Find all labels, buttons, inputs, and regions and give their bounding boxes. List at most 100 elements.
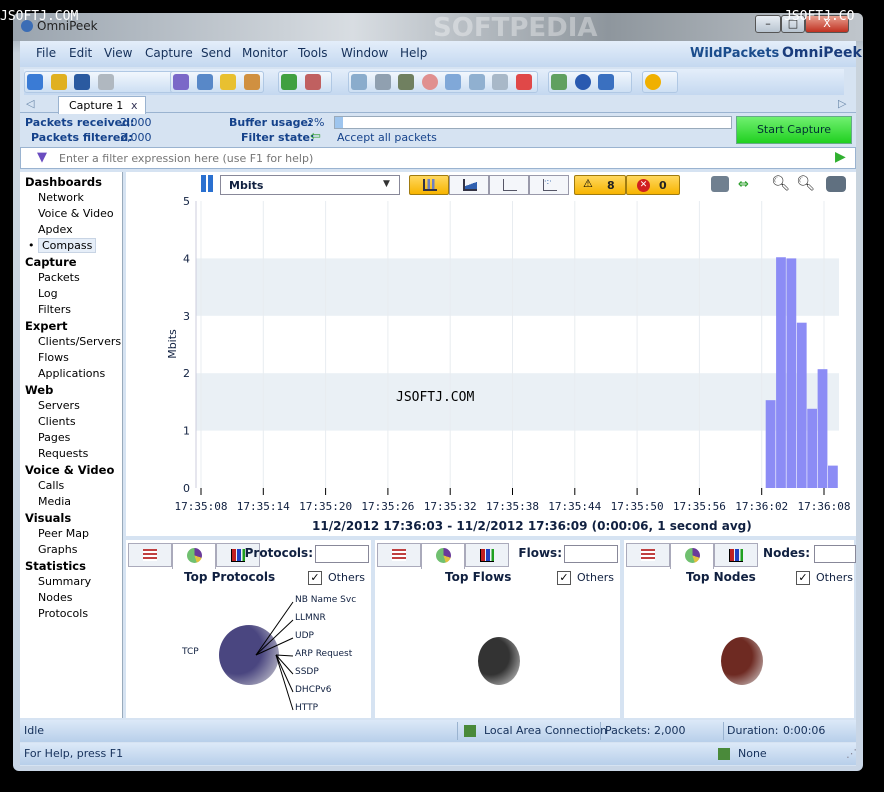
sidebar-item[interactable]: • Compass	[20, 238, 122, 254]
x-tick-label: 17:35:44	[548, 500, 601, 513]
bar	[807, 408, 818, 488]
sidebar-item[interactable]: Log	[20, 286, 122, 302]
sidebar-item[interactable]: Apdex	[20, 222, 122, 238]
menu-edit[interactable]: Edit	[69, 46, 92, 60]
menu-window[interactable]: Window	[341, 46, 388, 60]
sidebar-item[interactable]: Servers	[20, 398, 122, 414]
menu-help[interactable]: Help	[400, 46, 427, 60]
sidebar-item[interactable]: Summary	[20, 574, 122, 590]
arrow-left-icon: ⇦	[310, 129, 321, 144]
sidebar-item-label: Filters	[38, 303, 71, 316]
tool-icon[interactable]	[374, 74, 391, 90]
upload-icon[interactable]	[281, 74, 297, 90]
resize-grip[interactable]: ⋰	[846, 743, 857, 765]
bar	[817, 369, 828, 488]
bar-chart-icon[interactable]	[468, 74, 485, 90]
network-icon[interactable]	[351, 74, 367, 90]
coin-icon[interactable]	[645, 74, 661, 90]
softpedia-watermark: SOFTPEDIA	[433, 13, 598, 43]
options-icon[interactable]	[551, 74, 567, 90]
print-icon[interactable]	[97, 74, 114, 90]
apply-filter-icon[interactable]: ▶	[835, 149, 853, 167]
sidebar-item[interactable]: Packets	[20, 270, 122, 286]
start-page-icon[interactable]	[27, 74, 43, 90]
adapter-icon	[464, 725, 476, 737]
sidebar-item[interactable]: Clients/Servers	[20, 334, 122, 350]
y-tick-label: 4	[183, 252, 190, 265]
probe-icon[interactable]	[492, 74, 508, 90]
bar	[796, 322, 807, 488]
x-tick-label: 17:35:32	[424, 500, 477, 513]
brand-omnipeek: OmniPeek	[782, 45, 862, 61]
save-icon[interactable]	[74, 74, 90, 90]
update-icon[interactable]	[598, 74, 614, 90]
sidebar-item-label: Pages	[38, 431, 71, 444]
sidebar-item-label: Voice & Video	[38, 207, 114, 220]
tab-close[interactable]: x	[131, 99, 138, 112]
menu-send[interactable]: Send	[201, 46, 231, 60]
alarm-icon[interactable]	[220, 74, 236, 90]
sidebar-item[interactable]: Media	[20, 494, 122, 510]
watermark-left: JSOFTJ.COM	[0, 9, 79, 24]
bar	[765, 400, 776, 488]
sidebar-item-label: Applications	[38, 367, 106, 380]
sidebar-item-label: Requests	[38, 447, 89, 460]
wireless-icon[interactable]	[515, 74, 532, 90]
sidebar-item[interactable]: Flows	[20, 350, 122, 366]
menu-tools[interactable]: Tools	[298, 46, 328, 60]
sidebar-item[interactable]: Requests	[20, 446, 122, 462]
sidebar-item[interactable]: Peer Map	[20, 526, 122, 542]
leader-line	[275, 654, 294, 711]
sidebar-item[interactable]: Clients	[20, 414, 122, 430]
sidebar-item-label: Clients	[38, 415, 76, 428]
sidebar-item[interactable]: Applications	[20, 366, 122, 382]
sidebar-section: Expert	[25, 319, 68, 333]
minimize-button[interactable]: –	[755, 15, 781, 33]
sidebar-item[interactable]: Pages	[20, 430, 122, 446]
pie-icon[interactable]	[421, 74, 438, 90]
toolbar-group-filters	[170, 71, 264, 93]
filter-expression-input[interactable]	[59, 149, 829, 167]
node-icon[interactable]	[398, 74, 414, 90]
client-area: File Edit View Capture Send Monitor Tool…	[20, 41, 862, 766]
filter-state-value: Accept all packets	[337, 131, 437, 144]
tab-capture-1[interactable]: Capture 1 x	[58, 96, 146, 114]
panel-1: Flows: Top Flows ✓ Others	[375, 540, 620, 718]
protocol-main-label: TCP	[182, 647, 199, 657]
panel-0: Protocols: Top Protocols ✓ Others NB Nam…	[126, 540, 371, 718]
trigger-icon[interactable]	[243, 74, 260, 90]
sidebar-item[interactable]: Protocols	[20, 606, 122, 622]
menu-file[interactable]: File	[36, 46, 56, 60]
tab-strip: ◁ Capture 1 x ▷	[20, 95, 856, 114]
menu-view[interactable]: View	[104, 46, 132, 60]
menu-monitor[interactable]: Monitor	[242, 46, 288, 60]
sidebar-item[interactable]: Calls	[20, 478, 122, 494]
open-icon[interactable]	[50, 74, 67, 90]
filter-icon[interactable]	[173, 74, 189, 90]
sidebar-item-label: Calls	[38, 479, 65, 492]
tab-scroll-right[interactable]: ▷	[838, 97, 846, 110]
sidebar-item[interactable]: Voice & Video	[20, 206, 122, 222]
filter-funnel-icon[interactable]: ▼	[37, 150, 59, 166]
sidebar-item[interactable]: Network	[20, 190, 122, 206]
x-tick-label: 17:35:26	[361, 500, 414, 513]
tab-scroll-left[interactable]: ◁	[26, 97, 34, 110]
sidebar-item[interactable]: Filters	[20, 302, 122, 318]
download-icon[interactable]	[304, 74, 321, 90]
help-icon[interactable]	[574, 74, 591, 90]
x-tick-label: 17:35:14	[237, 500, 290, 513]
tab-label: Capture 1	[69, 99, 124, 112]
bar	[776, 257, 786, 488]
sum-icon[interactable]	[445, 74, 461, 90]
watermark-right: JSOFTJ.CO	[784, 9, 855, 24]
toolbar-group-license	[642, 71, 678, 93]
sidebar-section: Dashboards	[25, 175, 102, 189]
select-icon[interactable]	[196, 74, 213, 90]
sidebar-item[interactable]: Nodes	[20, 590, 122, 606]
sidebar-item[interactable]: Graphs	[20, 542, 122, 558]
sidebar-item-label: Peer Map	[38, 527, 90, 540]
toolbar-group-help	[548, 71, 632, 93]
start-capture-button[interactable]: Start Capture	[736, 116, 852, 144]
menu-capture[interactable]: Capture	[145, 46, 193, 60]
sidebar-item-label: Compass	[38, 238, 97, 253]
